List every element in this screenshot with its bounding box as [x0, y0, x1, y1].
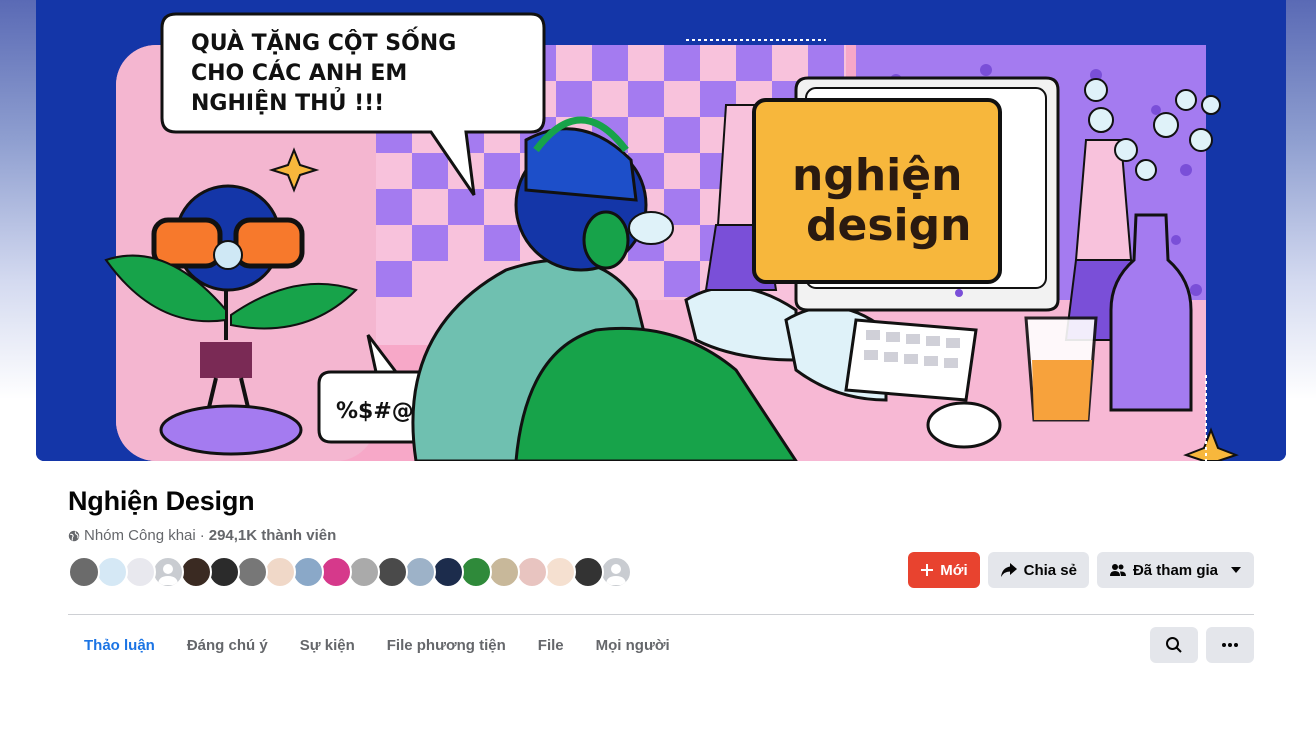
member-avatars[interactable] — [68, 556, 632, 588]
group-header: Nghiện Design — [68, 486, 255, 517]
search-icon — [1166, 637, 1182, 653]
share-icon — [1000, 563, 1017, 577]
member-avatar[interactable] — [488, 556, 520, 588]
group-actions: Mới Chia sẻ Đã tham gia — [908, 552, 1254, 588]
member-avatar[interactable] — [348, 556, 380, 588]
members-icon — [1109, 564, 1126, 576]
globe-icon — [68, 530, 80, 541]
plus-icon — [921, 564, 934, 576]
member-avatar[interactable] — [572, 556, 604, 588]
member-avatar[interactable] — [96, 556, 128, 588]
default-avatar-icon — [158, 564, 178, 585]
member-avatar[interactable] — [124, 556, 156, 588]
group-meta: Nhóm Công khai · 294,1K thành viên — [68, 527, 336, 544]
joined-button[interactable]: Đã tham gia — [1096, 552, 1254, 588]
new-post-label: Mới — [940, 561, 968, 579]
member-avatar[interactable] — [264, 556, 296, 588]
new-post-button[interactable]: Mới — [908, 552, 980, 588]
cover-illustration: QUÀ TẶNG CỘT SỐNG CHO CÁC ANH EM NGHIỆN … — [36, 0, 1286, 461]
group-cover-photo[interactable]: QUÀ TẶNG CỘT SỐNG CHO CÁC ANH EM NGHIỆN … — [36, 0, 1286, 461]
tab-featured[interactable]: Đáng chú ý — [171, 616, 284, 674]
group-member-count[interactable]: 294,1K thành viên — [209, 527, 337, 544]
member-avatar[interactable] — [236, 556, 268, 588]
member-avatar[interactable] — [600, 556, 632, 588]
header-divider — [68, 614, 1254, 615]
cover-bubble-line-3: NGHIỆN THỦ !!! — [191, 88, 384, 116]
member-avatar[interactable] — [292, 556, 324, 588]
tab-people[interactable]: Mọi người — [580, 616, 686, 674]
share-label: Chia sẻ — [1023, 561, 1077, 579]
member-avatar[interactable] — [432, 556, 464, 588]
member-avatar[interactable] — [516, 556, 548, 588]
cover-bubble-line-1: QUÀ TẶNG CỘT SỐNG — [191, 27, 456, 56]
member-avatar[interactable] — [460, 556, 492, 588]
member-avatar[interactable] — [68, 556, 100, 588]
group-name[interactable]: Nghiện Design — [68, 486, 255, 517]
meta-separator: · — [199, 527, 205, 544]
member-avatar[interactable] — [180, 556, 212, 588]
cover-bubble-line-2: CHO CÁC ANH EM — [191, 60, 407, 86]
joined-label: Đã tham gia — [1132, 561, 1218, 579]
chevron-down-icon — [1231, 567, 1241, 573]
member-avatar[interactable] — [544, 556, 576, 588]
tab-files[interactable]: File — [522, 616, 580, 674]
tab-tools — [1150, 627, 1254, 663]
monitor-logo-line-1: nghiện — [792, 150, 962, 201]
group-privacy[interactable]: Nhóm Công khai — [84, 527, 196, 544]
monitor-logo-line-2: design — [806, 200, 971, 251]
member-avatar[interactable] — [208, 556, 240, 588]
group-tabs: Thảo luận Đáng chú ý Sự kiện File phương… — [68, 616, 686, 674]
more-icon — [1222, 643, 1238, 647]
tab-discussion[interactable]: Thảo luận — [68, 616, 171, 674]
member-avatar[interactable] — [320, 556, 352, 588]
share-button[interactable]: Chia sẻ — [987, 552, 1089, 588]
default-avatar-icon — [606, 564, 626, 585]
member-avatar[interactable] — [376, 556, 408, 588]
member-avatar[interactable] — [152, 556, 184, 588]
tab-events[interactable]: Sự kiện — [284, 616, 371, 674]
cover-curse-text: %$#@ — [336, 399, 414, 424]
search-button[interactable] — [1150, 627, 1198, 663]
more-options-button[interactable] — [1206, 627, 1254, 663]
member-avatar[interactable] — [404, 556, 436, 588]
tab-media[interactable]: File phương tiện — [371, 616, 522, 674]
